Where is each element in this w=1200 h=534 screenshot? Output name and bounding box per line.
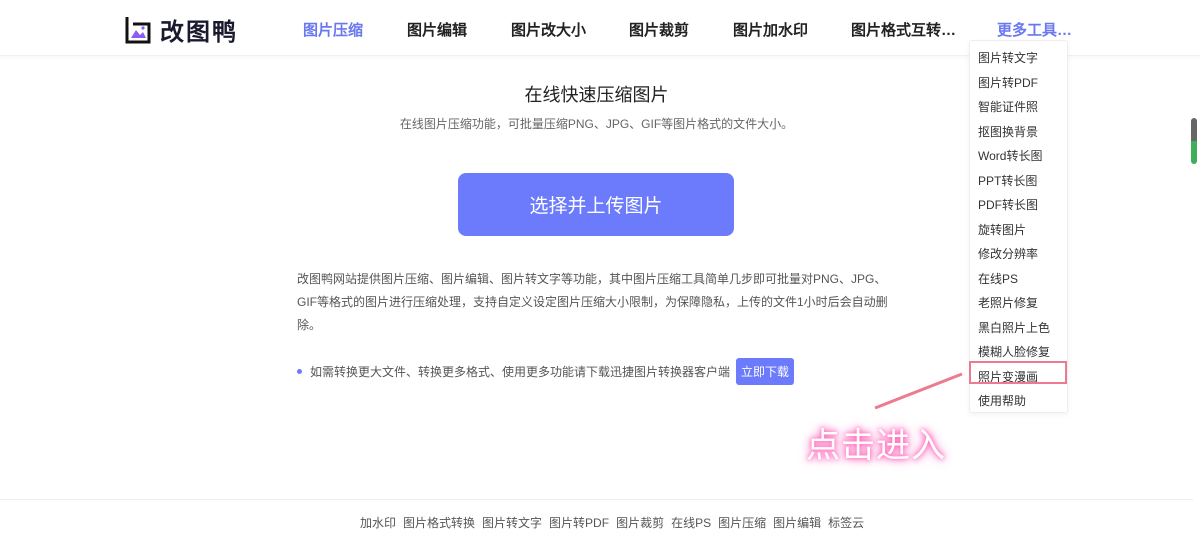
footer-link[interactable]: 图片压缩: [718, 514, 766, 531]
footer-link[interactable]: 加水印: [360, 514, 396, 531]
footer: 加水印 图片格式转换 图片转文字 图片转PDF 图片裁剪 在线PS 图片压缩 图片编辑 标签云: [0, 499, 1193, 534]
footer-link[interactable]: 图片格式转换: [403, 514, 475, 531]
annotation-arrow: [874, 372, 963, 410]
scrollbar[interactable]: [1191, 118, 1197, 164]
footer-link[interactable]: 标签云: [828, 514, 864, 531]
footer-link[interactable]: 图片编辑: [773, 514, 821, 531]
footer-link[interactable]: 在线PS: [671, 514, 711, 531]
annotation-text: 点击进入: [806, 427, 946, 465]
footer-link[interactable]: 图片转文字: [482, 514, 542, 531]
footer-link[interactable]: 图片转PDF: [549, 514, 609, 531]
footer-link[interactable]: 图片裁剪: [616, 514, 664, 531]
